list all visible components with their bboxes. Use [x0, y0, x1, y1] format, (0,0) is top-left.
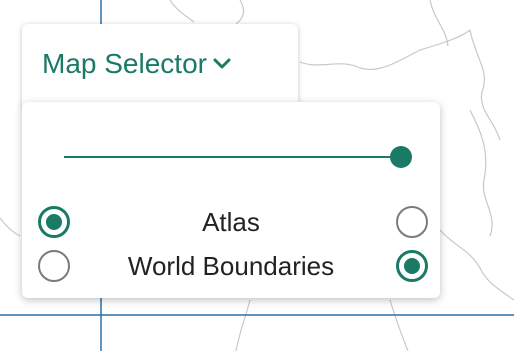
country-border-line	[469, 109, 493, 237]
map-selector-header[interactable]: Map Selector	[22, 24, 298, 110]
country-border-line	[299, 29, 471, 70]
atlas-right-radio[interactable]	[396, 206, 428, 238]
country-border-line	[235, 299, 251, 351]
map-selector-panel: Atlas World Boundaries	[22, 102, 440, 298]
slider-thumb[interactable]	[390, 146, 412, 168]
country-border-line	[169, 0, 195, 23]
world-boundaries-right-radio[interactable]	[396, 250, 428, 282]
layer-row-atlas: Atlas	[22, 200, 440, 244]
map-selector-toggle[interactable]: Map Selector	[42, 48, 231, 80]
country-border-line	[439, 229, 514, 301]
chevron-down-icon	[213, 58, 231, 69]
country-border-line	[429, 0, 449, 47]
map-selector-title: Map Selector	[42, 48, 207, 79]
atlas-left-radio[interactable]	[38, 206, 70, 238]
layer-label: Atlas	[202, 207, 260, 237]
opacity-slider[interactable]	[64, 146, 412, 168]
country-border-line	[0, 217, 21, 237]
country-border-line	[469, 29, 501, 141]
country-border-line	[389, 299, 409, 351]
slider-track	[64, 156, 402, 158]
layer-label: World Boundaries	[127, 251, 335, 281]
world-boundaries-left-radio[interactable]	[38, 250, 70, 282]
layer-row-world-boundaries: World Boundaries	[22, 244, 440, 288]
country-border-line	[235, 0, 245, 25]
